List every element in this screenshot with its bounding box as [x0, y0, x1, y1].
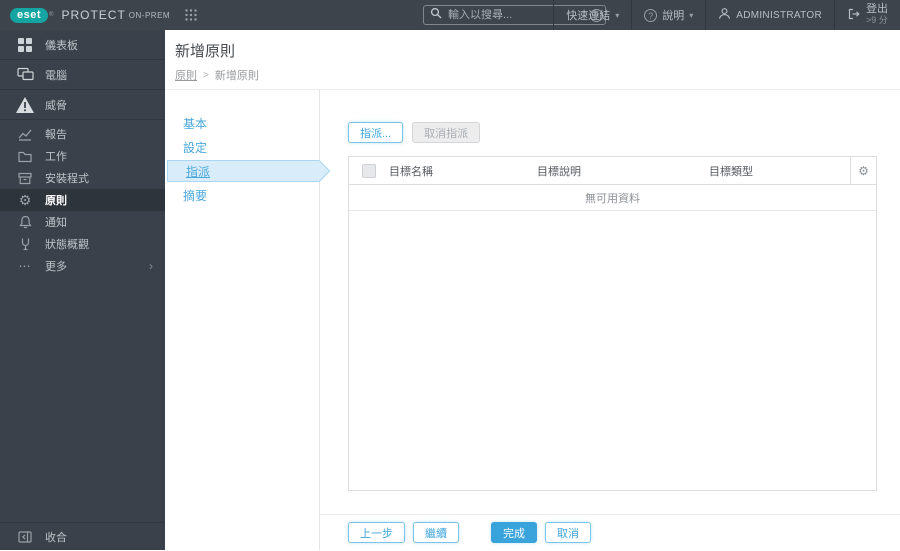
- sidebar-item-reports[interactable]: 報告: [0, 123, 165, 145]
- warning-triangle-icon: [14, 96, 36, 114]
- select-all-checkbox[interactable]: [362, 164, 376, 178]
- search-icon: [430, 6, 442, 24]
- topbar: eset ® PROTECT ON-PREM ? 快速連結 ▾ ? 說明 ▾: [0, 0, 900, 30]
- sidebar-item-computers[interactable]: 電腦: [0, 60, 165, 90]
- chevron-right-icon: ›: [149, 259, 153, 273]
- chevron-down-icon: ▾: [689, 11, 693, 20]
- user-name: ADMINISTRATOR: [736, 10, 822, 21]
- sidebar-item-policies[interactable]: ⚙ 原則: [0, 189, 165, 211]
- collapse-label: 收合: [45, 529, 67, 545]
- sidebar-item-label: 狀態概觀: [45, 236, 89, 252]
- sidebar-item-notifications[interactable]: 通知: [0, 211, 165, 233]
- step-label: 摘要: [183, 187, 207, 204]
- app-launcher-grid-icon[interactable]: [184, 8, 198, 22]
- sidebar-item-label: 更多: [45, 258, 67, 274]
- sidebar-item-label: 電腦: [45, 67, 67, 83]
- wizard-footer: 上一步 繼續 完成 取消: [320, 514, 900, 551]
- user-icon: [718, 7, 731, 23]
- logout-label: 登出: [866, 4, 888, 15]
- targets-table: 目標名稱 目標說明 目標類型 ⚙ 無可用資料: [348, 156, 877, 491]
- product-name: PROTECT: [61, 8, 125, 22]
- sidebar-item-installers[interactable]: 安裝程式: [0, 167, 165, 189]
- sidebar-item-label: 通知: [45, 214, 67, 230]
- back-button[interactable]: 上一步: [348, 522, 405, 543]
- registered-mark: ®: [49, 12, 53, 18]
- more-dots-icon: ⋯: [14, 259, 36, 273]
- sidebar-item-label: 原則: [45, 192, 67, 208]
- help-label: 說明: [662, 7, 684, 23]
- eset-logo-badge: eset: [10, 8, 48, 23]
- continue-button[interactable]: 繼續: [413, 522, 459, 543]
- main-area: 新增原則 原則 > 新增原則 基本 設定 指派 摘要 指派...: [165, 30, 900, 550]
- assign-button[interactable]: 指派...: [348, 122, 403, 143]
- wizard-step-summary[interactable]: 摘要: [165, 184, 319, 206]
- computers-icon: [14, 67, 36, 82]
- sidebar-item-label: 報告: [45, 126, 67, 142]
- column-header-target-description[interactable]: 目標說明: [537, 163, 709, 179]
- unassign-button[interactable]: 取消指派: [412, 122, 480, 143]
- assign-toolbar: 指派... 取消指派: [348, 122, 877, 143]
- cancel-button[interactable]: 取消: [545, 522, 591, 543]
- user-menu[interactable]: ADMINISTRATOR: [705, 0, 834, 30]
- policies-gear-icon: ⚙: [14, 193, 36, 207]
- sidebar-item-dashboard[interactable]: 儀表板: [0, 30, 165, 60]
- sidebar-item-label: 威脅: [45, 97, 67, 113]
- table-header-row: 目標名稱 目標說明 目標類型 ⚙: [349, 157, 876, 185]
- breadcrumb-current: 新增原則: [215, 67, 259, 83]
- help-icon: ?: [644, 9, 657, 22]
- sidebar-item-more[interactable]: ⋯ 更多 ›: [0, 255, 165, 277]
- footer-gap: [467, 522, 483, 551]
- quick-links-menu[interactable]: 快速連結 ▾: [553, 0, 631, 30]
- table-settings-gear-icon[interactable]: ⚙: [858, 164, 869, 178]
- eset-logo[interactable]: eset ® PROTECT ON-PREM: [0, 8, 170, 23]
- product-suffix: ON-PREM: [129, 11, 170, 20]
- collapse-icon: [14, 531, 36, 543]
- column-header-target-type[interactable]: 目標類型: [709, 163, 850, 179]
- quick-links-label: 快速連結: [566, 7, 610, 23]
- sidebar-item-label: 工作: [45, 148, 67, 164]
- step-label: 設定: [183, 139, 207, 156]
- table-body-empty: [349, 211, 876, 490]
- sidebar: 儀表板 電腦 威脅 報告 工作 安裝程式 ⚙ 原則: [0, 30, 165, 550]
- sidebar-item-label: 安裝程式: [45, 170, 89, 186]
- sidebar-collapse-button[interactable]: 收合: [0, 522, 165, 550]
- tasks-folder-icon: [14, 150, 36, 163]
- sidebar-item-status-overview[interactable]: 狀態概觀: [0, 233, 165, 255]
- step-label: 指派: [186, 163, 210, 180]
- chevron-down-icon: ▾: [615, 11, 619, 20]
- reports-chart-icon: [14, 128, 36, 141]
- table-empty-state: 無可用資料: [349, 185, 876, 211]
- notifications-bell-icon: [14, 215, 36, 229]
- session-timer: >9 分: [866, 15, 888, 26]
- wizard-step-basic[interactable]: 基本: [165, 112, 319, 134]
- dashboard-icon: [14, 37, 36, 53]
- breadcrumb: 原則 > 新增原則: [175, 67, 900, 83]
- wizard-step-nav: 基本 設定 指派 摘要: [165, 90, 320, 550]
- installers-box-icon: [14, 172, 36, 185]
- page-header: 新增原則 原則 > 新增原則: [165, 30, 900, 90]
- breadcrumb-separator-icon: >: [203, 70, 209, 81]
- breadcrumb-policies-link[interactable]: 原則: [175, 67, 197, 83]
- logout-button[interactable]: 登出 >9 分: [834, 0, 900, 30]
- sidebar-item-tasks[interactable]: 工作: [0, 145, 165, 167]
- page-title: 新增原則: [175, 40, 900, 61]
- step-label: 基本: [183, 115, 207, 132]
- sidebar-item-label: 儀表板: [45, 37, 78, 53]
- wizard-step-assign[interactable]: 指派: [167, 160, 319, 182]
- column-header-target-name[interactable]: 目標名稱: [389, 163, 537, 179]
- wizard-step-settings[interactable]: 設定: [165, 136, 319, 158]
- help-menu[interactable]: ? 說明 ▾: [631, 0, 705, 30]
- status-overview-icon: [14, 237, 36, 251]
- sidebar-spacer: [0, 277, 165, 522]
- logout-icon: [847, 7, 861, 24]
- finish-button[interactable]: 完成: [491, 522, 537, 543]
- sidebar-item-threats[interactable]: 威脅: [0, 90, 165, 120]
